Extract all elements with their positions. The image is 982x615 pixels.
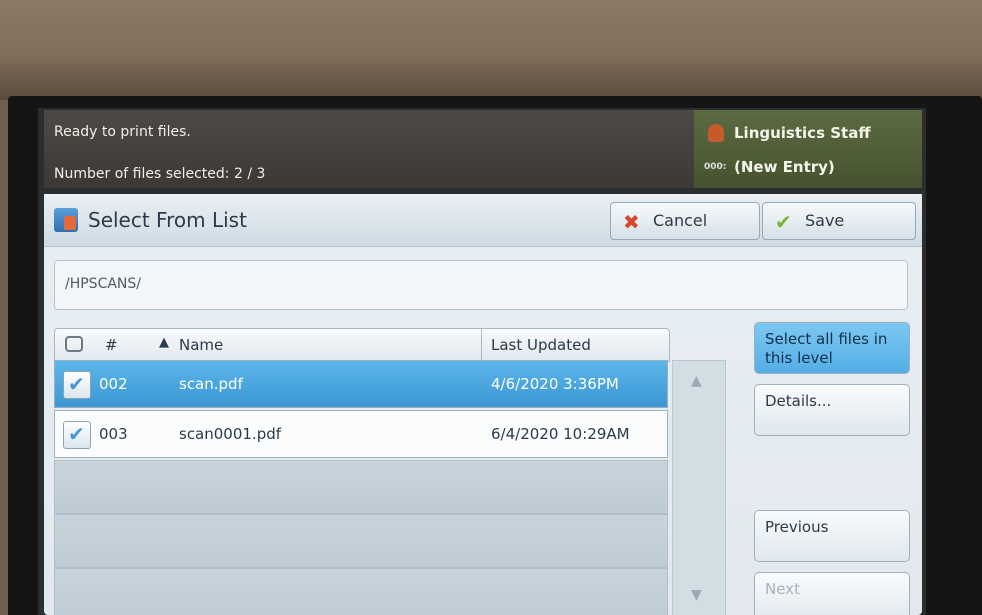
select-list-icon <box>54 208 78 232</box>
table-row[interactable]: ✔ 002 scan.pdf 4/6/2020 3:36PM <box>54 360 668 408</box>
user-entry: (New Entry) <box>734 158 835 176</box>
file-name: scan.pdf <box>179 375 243 393</box>
file-number: 003 <box>99 425 128 443</box>
user-panel[interactable]: Linguistics Staff 000: (New Entry) <box>694 110 922 188</box>
check-icon: ✔ <box>775 210 792 234</box>
table-header: # ▲ Name Last Updated <box>54 328 670 362</box>
entry-code: 000: <box>704 162 727 172</box>
column-divider <box>481 329 482 361</box>
scroll-down-icon[interactable]: ▼ <box>691 587 702 603</box>
empty-row <box>54 568 668 615</box>
select-all-label: Select all files in this level <box>765 330 888 367</box>
checkmark-icon: ✔ <box>68 422 85 446</box>
select-from-list-panel: Select From List ✖ Cancel ✔ Save /HPSCAN… <box>44 194 922 615</box>
user-icon <box>708 124 724 142</box>
file-name: scan0001.pdf <box>179 425 282 443</box>
row-checkbox[interactable]: ✔ <box>63 371 91 399</box>
cancel-button[interactable]: ✖ Cancel <box>610 202 760 240</box>
column-header-number[interactable]: # <box>105 336 118 354</box>
printer-icon <box>65 336 83 352</box>
next-label: Next <box>765 580 800 598</box>
touch-screen: Ready to print files. Number of files se… <box>38 108 926 615</box>
cancel-label: Cancel <box>653 211 708 230</box>
x-icon: ✖ <box>623 210 640 234</box>
file-list: # ▲ Name Last Updated ✔ 002 scan.pdf 4/6… <box>54 328 670 615</box>
status-bar: Ready to print files. Number of files se… <box>44 110 694 188</box>
save-button[interactable]: ✔ Save <box>762 202 916 240</box>
save-label: Save <box>805 211 845 230</box>
sort-ascending-icon: ▲ <box>159 335 169 350</box>
next-button[interactable]: Next <box>754 572 910 615</box>
previous-label: Previous <box>765 518 829 536</box>
scrollbar[interactable]: ▲ ▼ <box>672 360 726 615</box>
select-all-files-button[interactable]: Select all files in this level <box>754 322 910 374</box>
checkmark-icon: ✔ <box>68 372 85 396</box>
folder-path: /HPSCANS/ <box>65 276 142 292</box>
previous-button[interactable]: Previous <box>754 510 910 562</box>
table-row[interactable]: ✔ 003 scan0001.pdf 6/4/2020 10:29AM <box>54 410 668 458</box>
printer-bezel-top <box>0 0 982 100</box>
folder-path-field: /HPSCANS/ <box>54 260 908 310</box>
scroll-up-icon[interactable]: ▲ <box>691 373 702 389</box>
status-message: Ready to print files. <box>54 124 191 140</box>
column-header-name[interactable]: Name <box>179 336 223 354</box>
user-name: Linguistics Staff <box>734 124 871 142</box>
empty-row <box>54 460 668 514</box>
selection-count: Number of files selected: 2 / 3 <box>54 166 266 182</box>
panel-titlebar: Select From List ✖ Cancel ✔ Save <box>44 194 922 247</box>
file-number: 002 <box>99 375 128 393</box>
file-date: 4/6/2020 3:36PM <box>491 375 619 393</box>
empty-row <box>54 514 668 568</box>
details-button[interactable]: Details... <box>754 384 910 436</box>
column-header-last-updated[interactable]: Last Updated <box>491 336 591 354</box>
details-label: Details... <box>765 392 832 410</box>
row-checkbox[interactable]: ✔ <box>63 421 91 449</box>
file-date: 6/4/2020 10:29AM <box>491 425 630 443</box>
page-title: Select From List <box>88 208 247 232</box>
